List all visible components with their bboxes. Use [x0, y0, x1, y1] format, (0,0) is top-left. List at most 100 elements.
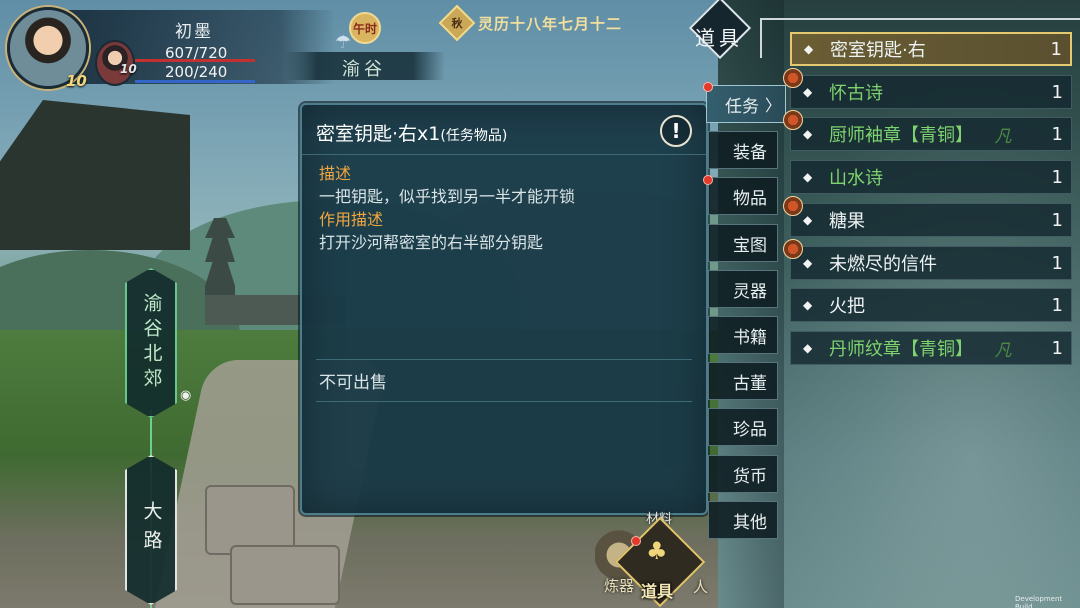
character-name: 初墨 [175, 22, 213, 42]
tab-antiques[interactable]: 古董 [708, 362, 778, 400]
item-row[interactable]: ◆ 厨师袖章【青铜】 凡 1 [783, 110, 1072, 151]
item-quantity: 1 [1051, 252, 1063, 274]
refining-label[interactable]: 炼器 [604, 575, 634, 596]
item-detail-panel: 密室钥匙·右x1(任务物品) ! 描述 一把钥匙，似乎找到另一半才能开锁 作用描… [300, 103, 708, 515]
item-row[interactable]: ◆ 丹师纹章【青铜】 凡 1 [790, 331, 1072, 365]
item-row[interactable]: ◆ 未燃尽的信件 1 [783, 239, 1072, 280]
info-button[interactable]: ! [660, 115, 692, 147]
tab-label: 珍品 [733, 419, 767, 440]
tab-treasure-map[interactable]: 宝图 [708, 224, 778, 262]
new-item-badge-icon [783, 110, 803, 130]
location-name[interactable]: 渝谷 [342, 55, 386, 81]
effect-text: 打开沙河帮密室的右半部分钥匙 [319, 233, 544, 252]
item-quantity: 1 [1051, 209, 1063, 231]
effect-label: 作用描述 [319, 210, 384, 229]
description-text: 一把钥匙，似乎找到另一半才能开锁 [319, 187, 576, 206]
cube-icon: ◆ [803, 213, 813, 227]
notification-dot [703, 82, 713, 92]
item-row[interactable]: ◆ 怀古诗 1 [783, 68, 1072, 109]
tab-other[interactable]: 其他 [708, 501, 778, 539]
divider [316, 359, 692, 360]
camera-icon[interactable]: ◉ [180, 388, 191, 403]
item-quantity: 1 [1050, 38, 1062, 60]
item-row-selected[interactable]: ◆ 密室钥匙·右 1 [790, 32, 1072, 66]
item-name: 火把 [829, 296, 865, 317]
tab-label: 装备 [733, 142, 767, 163]
item-row[interactable]: ◆ 糖果 1 [783, 196, 1072, 237]
player-level: 10 [66, 72, 87, 90]
item-name: 山水诗 [829, 168, 883, 189]
tab-label: 其他 [733, 512, 767, 533]
mp-value: 200/240 [165, 63, 228, 81]
item-quantity: 1 [1051, 123, 1063, 145]
panel-frame-line [760, 18, 1080, 20]
development-build-label: Development Build [1015, 595, 1063, 608]
item-row[interactable]: ◆ 山水诗 1 [790, 160, 1072, 194]
inventory-label[interactable]: 道具 [641, 578, 673, 602]
item-row[interactable]: ◆ 火把 1 [790, 288, 1072, 322]
panel-frame-line [760, 18, 762, 58]
cube-icon: ◆ [803, 85, 813, 99]
stone-block [230, 545, 340, 605]
item-quantity: 1 [1051, 166, 1063, 188]
tab-spirit-artifact[interactable]: 灵器 [708, 270, 778, 308]
tab-equipment[interactable]: 装备 [708, 131, 778, 169]
character-label[interactable]: 人 [693, 576, 708, 597]
item-name: 未燃尽的信件 [829, 254, 937, 275]
sell-status: 不可出售 [319, 373, 387, 393]
cube-icon: ◆ [804, 42, 814, 56]
new-item-badge-icon [783, 196, 803, 216]
tab-label: 灵器 [733, 281, 767, 302]
item-quantity: 1 [1051, 294, 1063, 316]
cube-icon: ◆ [803, 170, 813, 184]
tab-rarities[interactable]: 珍品 [708, 408, 778, 446]
calendar-date: 灵历十八年七月十二 [478, 15, 623, 33]
item-name: 密室钥匙·右 [830, 40, 926, 61]
rain-cloud-icon: ☂ [335, 32, 352, 53]
description-label: 描述 [319, 164, 352, 183]
item-quantity: 1 [1051, 337, 1063, 359]
tab-currency[interactable]: 货币 [708, 455, 778, 493]
hp-value: 607/720 [165, 44, 228, 62]
notification-dot [631, 536, 641, 546]
tab-books[interactable]: 书籍 [708, 316, 778, 354]
item-title-tag: (任务物品) [440, 128, 508, 144]
exclamation-icon: ! [671, 119, 681, 143]
inventory-title: 道具 [695, 26, 743, 50]
item-rarity: 凡 [994, 126, 1012, 147]
divider [316, 401, 692, 402]
item-rarity: 凡 [994, 340, 1012, 361]
chevron-right-icon: 〉 [764, 96, 781, 115]
item-title: 密室钥匙·右x1(任务物品) [316, 119, 507, 146]
tab-label: 物品 [733, 188, 767, 209]
cube-icon: ◆ [803, 256, 813, 270]
inventory-title-badge: 道具 [684, 0, 756, 60]
map-node-current[interactable]: 渝谷北郊 [125, 268, 177, 418]
tab-label: 宝图 [733, 235, 767, 256]
map-node-next[interactable]: 大路 [125, 455, 177, 605]
item-quantity: 1 [1051, 81, 1063, 103]
pagoda [205, 218, 235, 298]
item-title-name: 密室钥匙·右x1 [316, 123, 441, 145]
cube-icon: ◆ [803, 127, 813, 141]
item-name: 怀古诗 [829, 83, 883, 104]
tab-goods[interactable]: 物品 [708, 177, 778, 215]
notification-dot [703, 175, 713, 185]
new-item-badge-icon [783, 68, 803, 88]
tab-label: 货币 [733, 466, 767, 487]
tab-quest[interactable]: 任务 〉 [706, 85, 786, 123]
item-name: 丹师纹章【青铜】 [829, 339, 973, 360]
cube-icon: ◆ [803, 341, 813, 355]
map-node-label: 渝谷北郊 [140, 293, 163, 393]
detail-header: 密室钥匙·右x1(任务物品) ! [302, 105, 706, 155]
tab-label: 任务 [724, 96, 759, 117]
companion-level: 10 [120, 62, 137, 76]
item-name: 糖果 [829, 211, 865, 232]
new-item-badge-icon [783, 239, 803, 259]
item-name: 厨师袖章【青铜】 [829, 125, 973, 146]
tab-label: 古董 [733, 373, 767, 394]
map-node-label: 大路 [140, 501, 163, 559]
bag-icon: ♣ [646, 537, 668, 565]
cube-icon: ◆ [803, 298, 813, 312]
temple-roof [0, 100, 190, 250]
